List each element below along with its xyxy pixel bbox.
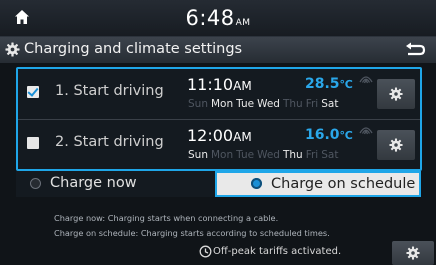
charge-on-schedule-radio[interactable] xyxy=(251,178,262,189)
schedule-2-temperature: 16.0℃ xyxy=(305,127,353,143)
fan-icon xyxy=(359,127,373,135)
schedule-1-day-thu: Thu xyxy=(282,98,303,110)
schedule-2-time: 12:00AM xyxy=(187,126,252,145)
charge-now-label: Charge now xyxy=(50,175,137,191)
schedule-2-day-thu: Thu xyxy=(282,149,303,161)
schedule-2-label: 2. Start driving xyxy=(55,134,164,150)
schedule-1-settings-button[interactable] xyxy=(377,79,415,109)
gear-icon xyxy=(389,87,403,101)
schedule-1-day-sun: Sun xyxy=(188,98,208,110)
schedule-2-day-sat: Sat xyxy=(321,149,339,161)
schedule-1-day-fri: Fri xyxy=(305,98,319,110)
schedule-2-ampm: AM xyxy=(233,130,252,144)
schedule-panel: 1. Start driving 11:10AM 28.5℃ Sun Mon Tue… xyxy=(16,67,422,171)
clock-plug-icon xyxy=(199,245,212,258)
schedule-1-day-wed: Wed xyxy=(257,98,280,110)
clock-time: 6:48 xyxy=(185,6,235,30)
charge-on-schedule-option[interactable]: Charge on schedule xyxy=(215,171,421,197)
title-bar: Charging and climate settings xyxy=(0,37,436,63)
clock-ampm: AM xyxy=(235,18,251,28)
schedule-2-day-fri: Fri xyxy=(305,149,319,161)
gear-icon xyxy=(5,42,20,57)
schedule-2-checkbox[interactable] xyxy=(27,137,39,149)
charge-now-note: Charge now: Charging starts when connect… xyxy=(54,213,279,223)
schedule-1-label: 1. Start driving xyxy=(55,83,164,99)
schedule-1-temperature: 28.5℃ xyxy=(305,76,353,92)
page-title: Charging and climate settings xyxy=(24,41,243,57)
schedule-1-day-tue: Tue xyxy=(236,98,255,110)
schedule-2-day-tue: Tue xyxy=(236,149,255,161)
schedule-1-ampm: AM xyxy=(233,79,252,93)
schedule-1-days: Sun Mon Tue Wed Thu Fri Sat xyxy=(188,98,341,110)
fan-icon xyxy=(359,76,373,84)
schedule-1-time: 11:10AM xyxy=(187,75,252,94)
schedule-1-day-mon: Mon xyxy=(210,98,234,110)
schedule-1-day-sat: Sat xyxy=(321,98,339,110)
schedule-2-settings-button[interactable] xyxy=(377,130,415,160)
schedule-1-checkbox[interactable] xyxy=(27,86,39,98)
off-peak-label: Off-peak tariffs activated. xyxy=(213,246,342,257)
status-bar: 6:48AM xyxy=(0,0,436,37)
back-icon[interactable] xyxy=(400,41,428,59)
schedule-1-time-value: 11:10 xyxy=(187,75,234,94)
schedule-row-2[interactable]: 2. Start driving 12:00AM 16.0℃ Sun Mon Tue… xyxy=(18,120,420,170)
schedule-2-temp-unit: ℃ xyxy=(339,129,353,142)
schedule-1-temp-value: 28.5 xyxy=(305,76,340,92)
schedule-row-1[interactable]: 1. Start driving 11:10AM 28.5℃ Sun Mon Tue… xyxy=(18,69,420,119)
gear-icon xyxy=(389,138,403,152)
gear-icon xyxy=(406,246,420,260)
schedule-2-days: Sun Mon Tue Wed Thu Fri Sat xyxy=(188,149,341,161)
clock: 6:48AM xyxy=(0,6,436,30)
charge-on-schedule-note: Charge on schedule: Charging starts acco… xyxy=(54,228,330,238)
charge-on-schedule-label: Charge on schedule xyxy=(271,176,416,192)
schedule-2-day-mon: Mon xyxy=(210,149,234,161)
schedule-2-day-sun: Sun xyxy=(188,149,208,161)
schedule-1-temp-unit: ℃ xyxy=(339,78,353,91)
charge-now-option[interactable]: Charge now xyxy=(16,171,215,197)
charge-now-radio[interactable] xyxy=(30,178,41,189)
schedule-2-time-value: 12:00 xyxy=(187,126,234,145)
off-peak-settings-button[interactable] xyxy=(392,241,434,265)
schedule-2-temp-value: 16.0 xyxy=(305,127,340,143)
schedule-2-day-wed: Wed xyxy=(257,149,280,161)
